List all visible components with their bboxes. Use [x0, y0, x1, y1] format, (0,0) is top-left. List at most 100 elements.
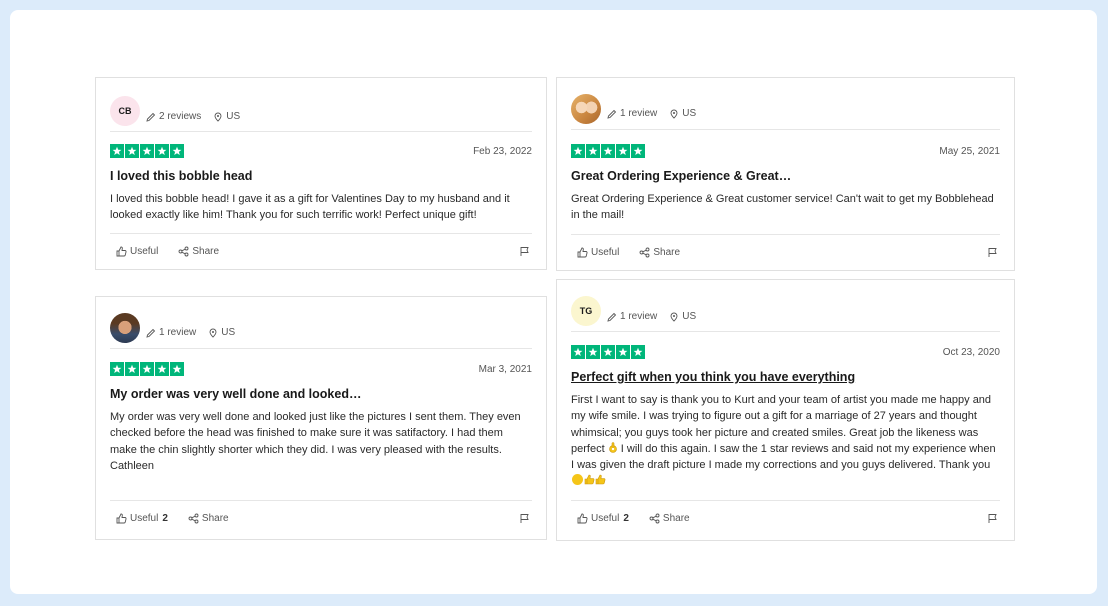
flag-icon [988, 248, 997, 257]
pencil-icon [146, 112, 156, 122]
reviewer-meta: 2 reviews US [146, 111, 252, 122]
avatar[interactable] [110, 312, 140, 343]
thumbs-up-icon [577, 513, 588, 524]
star-icon [601, 345, 615, 359]
star-icon [616, 144, 630, 158]
star-rating [571, 144, 646, 158]
share-label: Share [192, 246, 220, 257]
star-icon [155, 362, 169, 376]
useful-button[interactable]: Useful [571, 247, 619, 258]
useful-count: 2 [162, 513, 168, 524]
star-icon [571, 144, 585, 158]
flag-button[interactable] [987, 247, 998, 258]
share-icon [178, 246, 189, 257]
star-rating [110, 362, 185, 376]
reviewer-meta: 1 review US [607, 108, 708, 119]
review-actions: Useful Share [110, 233, 532, 269]
share-label: Share [201, 513, 229, 524]
star-icon [586, 144, 600, 158]
star-icon [170, 144, 184, 158]
review-card: CB 2 reviews US Feb 23, 2022 I loved thi… [95, 77, 547, 270]
star-icon [631, 345, 645, 359]
review-title[interactable]: Great Ordering Experience & Great… [571, 169, 1000, 183]
useful-label: Useful [591, 247, 620, 258]
review-actions: Useful 2 Share [571, 500, 1000, 536]
country: US [682, 108, 697, 119]
location-pin-icon [670, 109, 678, 119]
review-date: Feb 23, 2022 [473, 146, 532, 157]
flag-button[interactable] [519, 513, 530, 524]
flag-icon [988, 514, 997, 523]
review-date: May 25, 2021 [939, 146, 1000, 157]
reviews-panel: CB 2 reviews US Feb 23, 2022 I loved thi… [10, 10, 1097, 594]
location-pin-icon [214, 112, 222, 122]
useful-button[interactable]: Useful 2 [110, 513, 168, 524]
review-actions: Useful 2 Share [110, 500, 532, 536]
avatar[interactable]: CB [110, 95, 140, 126]
reviewer-meta: 1 review US [146, 327, 247, 338]
star-icon [586, 345, 600, 359]
reviewer-meta: 1 review US [607, 311, 708, 322]
star-icon [616, 345, 630, 359]
share-label: Share [662, 513, 690, 524]
ok-hand-emoji [608, 442, 617, 453]
star-rating [571, 345, 646, 359]
share-icon [649, 513, 660, 524]
review-title[interactable]: My order was very well done and looked… [110, 387, 532, 401]
star-icon [571, 345, 585, 359]
review-card: 1 review US May 25, 2021 Great Ordering … [556, 77, 1015, 271]
avatar[interactable]: TG [571, 295, 601, 326]
useful-count: 2 [623, 513, 629, 524]
review-title[interactable]: I loved this bobble head [110, 169, 532, 183]
star-icon [140, 144, 154, 158]
useful-label: Useful [130, 513, 159, 524]
share-icon [188, 513, 199, 524]
location-pin-icon [209, 328, 217, 338]
review-card: 1 review US Mar 3, 2021 My order was ver… [95, 296, 547, 540]
review-count[interactable]: 2 reviews [159, 111, 201, 122]
review-title[interactable]: Perfect gift when you think you have eve… [571, 370, 1000, 384]
country: US [682, 311, 697, 322]
star-icon [110, 362, 124, 376]
review-date: Oct 23, 2020 [942, 347, 1000, 358]
review-count[interactable]: 1 review [620, 108, 657, 119]
review-date: Mar 3, 2021 [478, 364, 532, 375]
star-icon [170, 362, 184, 376]
useful-button[interactable]: Useful 2 [571, 513, 629, 524]
review-card: TG 1 review US Oct 23, 2020 Perfect gift… [556, 279, 1015, 541]
pencil-icon [146, 328, 156, 338]
useful-label: Useful [591, 513, 620, 524]
share-button[interactable]: Share [633, 247, 680, 258]
share-button[interactable]: Share [643, 513, 690, 524]
review-count[interactable]: 1 review [159, 327, 196, 338]
share-button[interactable]: Share [182, 513, 229, 524]
flag-button[interactable] [987, 513, 998, 524]
review-body: My order was very well done and looked j… [110, 411, 521, 472]
flag-icon [520, 514, 529, 523]
review-body-part-2: I will do this again. I saw the 1 star r… [571, 442, 996, 472]
review-count[interactable]: 1 review [620, 311, 657, 322]
review-body: I loved this bobble head! I gave it as a… [110, 193, 510, 222]
thumbs-up-emoji [595, 475, 606, 485]
star-icon [125, 362, 139, 376]
thumbs-up-icon [577, 247, 588, 258]
pencil-icon [607, 109, 617, 119]
flag-button[interactable] [519, 246, 530, 257]
star-icon [110, 144, 124, 158]
flag-icon [520, 247, 529, 256]
country: US [221, 327, 236, 338]
smile-emoji [572, 474, 583, 486]
pencil-icon [607, 312, 617, 322]
share-icon [639, 247, 650, 258]
review-body: Great Ordering Experience & Great custom… [571, 193, 994, 222]
location-pin-icon [670, 312, 678, 322]
useful-button[interactable]: Useful [110, 246, 158, 257]
avatar[interactable] [571, 93, 601, 124]
country: US [226, 111, 241, 122]
star-icon [601, 144, 615, 158]
thumbs-up-emoji [584, 475, 595, 485]
share-button[interactable]: Share [172, 246, 219, 257]
thumbs-up-icon [116, 246, 127, 257]
star-rating [110, 144, 185, 158]
review-actions: Useful Share [571, 234, 1000, 270]
